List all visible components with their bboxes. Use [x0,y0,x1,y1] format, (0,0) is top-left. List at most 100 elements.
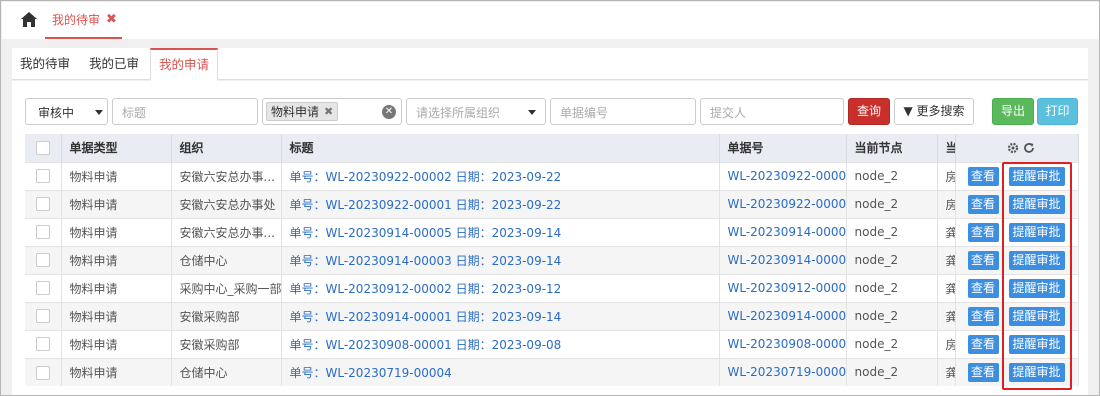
cell-org: 安徽采购部 [171,329,282,358]
cell-node: node_2 [846,329,938,358]
cell-doc-no-link[interactable]: WL-20230922-00002 [719,161,847,190]
remind-approval-button[interactable]: 提醒审批 [1008,222,1065,242]
view-button[interactable]: 查看 [967,306,999,326]
category-multiselect[interactable]: 物料申请 ✖ ✕ [262,98,402,125]
view-button[interactable]: 查看 [967,166,999,186]
view-button[interactable]: 查看 [967,334,999,354]
col-header-extra[interactable]: 当 [937,134,956,162]
filter-icon: ▼ [903,104,913,118]
row-checkbox[interactable] [35,281,50,296]
row-select-cell [25,245,62,274]
doc-no-input[interactable]: 单据编号 [550,98,696,125]
view-button[interactable]: 查看 [967,222,999,242]
clear-icon[interactable]: ✕ [382,105,396,119]
cell-title-link[interactable]: 单号：WL-20230914-00005 日期：2023-09-14 [281,217,720,246]
applications-table: 单据类型 组织 标题 单据号 当前节点 当 [25,134,1079,386]
export-button[interactable]: 导出 [992,98,1034,125]
col-header-doc-no[interactable]: 单据号 [719,134,847,162]
status-select[interactable]: 审核中 [25,98,108,125]
cell-doc-no-link[interactable]: WL-20230914-00005 [719,217,847,246]
cell-extra: 房 [937,189,956,218]
table-row: 物料申请 安徽六安总办事... 单号：WL-20230914-00005 日期：… [25,217,1079,246]
table-row: 物料申请 采购中心_采购一部 单号：WL-20230912-00002 日期：2… [25,273,1079,302]
tab-my-pending[interactable]: 我的待审 [20,48,70,80]
cell-doc-no-link[interactable]: WL-20230912-00002 [719,273,847,302]
cell-title-link[interactable]: 单号：WL-20230914-00003 日期：2023-09-14 [281,245,720,274]
view-button[interactable]: 查看 [967,278,999,298]
table-row: 物料申请 安徽六安总办事处 单号：WL-20230922-00001 日期：20… [25,189,1079,218]
title-input[interactable]: 标题 [112,98,258,125]
remind-approval-button[interactable]: 提醒审批 [1008,166,1065,186]
remind-approval-button[interactable]: 提醒审批 [1008,278,1065,298]
col-header-node[interactable]: 当前节点 [846,134,938,162]
select-all-checkbox[interactable] [35,141,50,155]
view-button[interactable]: 查看 [967,250,999,270]
remind-approval-button[interactable]: 提醒审批 [1008,334,1065,354]
print-button[interactable]: 打印 [1037,98,1078,125]
row-checkbox[interactable] [35,225,50,240]
cell-title-link[interactable]: 单号：WL-20230922-00002 日期：2023-09-22 [281,161,720,190]
view-button[interactable]: 查看 [967,362,999,382]
top-tab-pending[interactable]: 我的待审 ✖ [45,2,122,39]
col-header-title[interactable]: 标题 [281,134,720,162]
org-select[interactable]: 请选择所属组织 [406,98,546,125]
cell-title-link[interactable]: 单号：WL-20230922-00001 日期：2023-09-22 [281,189,720,218]
col-header-type[interactable]: 单据类型 [61,134,172,162]
cell-org: 采购中心_采购一部 [171,273,282,302]
cell-ops: 查看 提醒审批 [955,329,1079,358]
cell-extra: 房 [937,161,956,190]
home-icon[interactable] [21,12,37,27]
cell-doc-no-link[interactable]: WL-20230908-00001 [719,329,847,358]
cell-node: node_2 [846,189,938,218]
row-select-cell [25,189,62,218]
remove-tag-icon[interactable]: ✖ [324,105,333,118]
cell-extra: 龚 [937,357,956,386]
cell-title-link[interactable]: 单号：WL-20230908-00001 日期：2023-09-08 [281,329,720,358]
refresh-icon[interactable] [1023,142,1035,154]
cell-node: node_2 [846,301,938,330]
row-checkbox[interactable] [35,253,50,268]
query-button[interactable]: 查询 [848,98,890,125]
cell-doc-no-link[interactable]: WL-20230922-00001 [719,189,847,218]
cell-node: node_2 [846,161,938,190]
row-select-cell [25,273,62,302]
remind-approval-button[interactable]: 提醒审批 [1008,250,1065,270]
more-search-label: 更多搜索 [916,104,965,118]
cell-org: 安徽六安总办事处 [171,189,282,218]
cell-type: 物料申请 [61,245,172,274]
gear-icon[interactable] [1007,142,1019,154]
remind-approval-button[interactable]: 提醒审批 [1008,194,1065,214]
cell-doc-no-link[interactable]: WL-20230914-00001 [719,301,847,330]
remind-approval-button[interactable]: 提醒审批 [1008,306,1065,326]
submitter-input[interactable]: 提交人 [700,98,844,125]
cell-doc-no-link[interactable]: WL-20230719-00004 [719,357,847,386]
cell-title-link[interactable]: 单号：WL-20230719-00004 [281,357,720,386]
row-select-cell [25,357,62,386]
row-checkbox[interactable] [35,197,50,212]
cell-ops: 查看 提醒审批 [955,161,1079,190]
cell-doc-no-link[interactable]: WL-20230914-00003 [719,245,847,274]
cell-ops: 查看 提醒审批 [955,357,1079,386]
table-header-row: 单据类型 组织 标题 单据号 当前节点 当 [25,134,1079,162]
table-row: 物料申请 仓储中心 单号：WL-20230719-00004 WL-202307… [25,357,1079,386]
table-row: 物料申请 安徽采购部 单号：WL-20230908-00001 日期：2023-… [25,329,1079,358]
row-select-cell [25,161,62,190]
row-checkbox[interactable] [35,309,50,324]
cell-ops: 查看 提醒审批 [955,273,1079,302]
cell-ops: 查看 提醒审批 [955,217,1079,246]
row-select-cell [25,301,62,330]
tab-my-reviewed[interactable]: 我的已审 [89,48,139,80]
selected-tag: 物料申请 ✖ [266,102,339,121]
cell-title-link[interactable]: 单号：WL-20230912-00002 日期：2023-09-12 [281,273,720,302]
row-checkbox[interactable] [35,337,50,352]
cell-title-link[interactable]: 单号：WL-20230914-00001 日期：2023-09-14 [281,301,720,330]
remind-approval-button[interactable]: 提醒审批 [1008,362,1065,382]
row-checkbox[interactable] [35,169,50,184]
row-checkbox[interactable] [35,365,50,380]
tab-my-applications[interactable]: 我的申请 [150,48,219,81]
more-search-button[interactable]: ▼ 更多搜索 [894,98,974,125]
view-button[interactable]: 查看 [967,194,999,214]
cell-org: 仓储中心 [171,357,282,386]
close-icon[interactable]: ✖ [106,12,117,27]
col-header-org[interactable]: 组织 [171,134,282,162]
